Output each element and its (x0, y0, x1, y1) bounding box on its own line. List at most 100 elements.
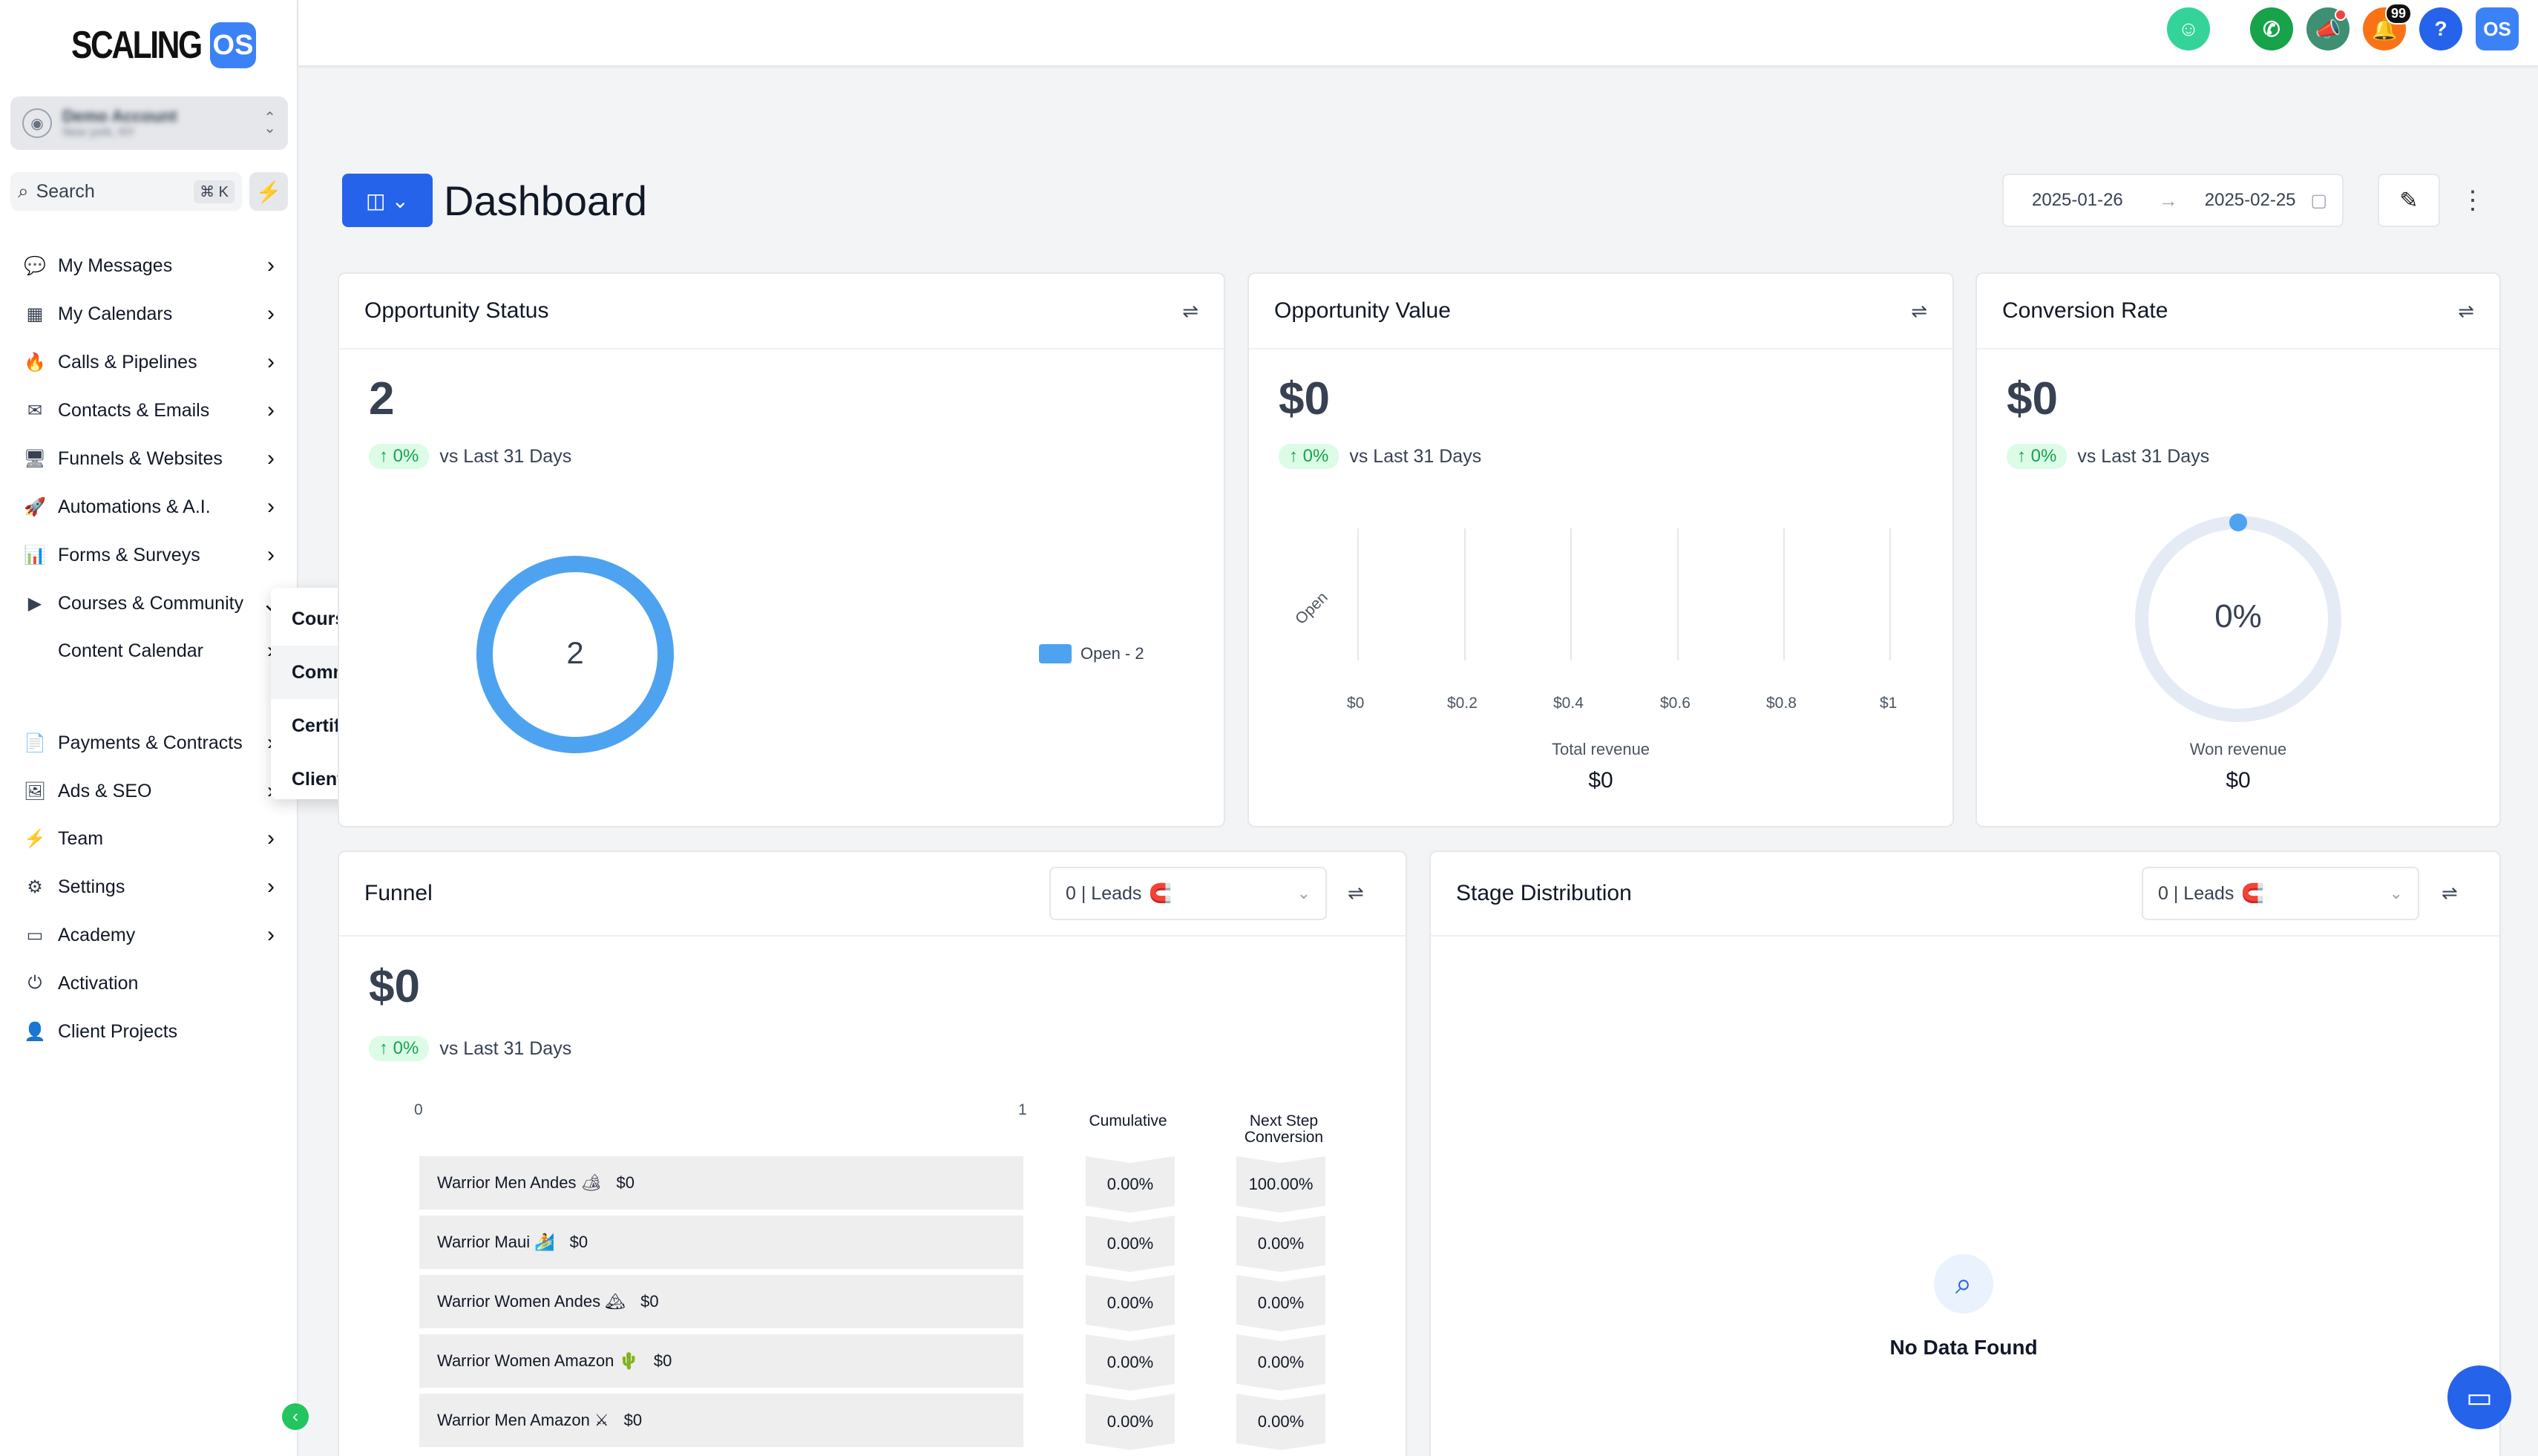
sidebar-item-activation[interactable]: ⏻ Activation (22, 964, 282, 1003)
card-header: Opportunity Status ⇌ (339, 274, 1224, 350)
filter-icon[interactable]: ⇌ (2458, 300, 2474, 323)
opportunity-value-amount: $0 (1279, 373, 1330, 424)
donut-legend[interactable]: Open - 2 (1039, 644, 1144, 663)
funnel-row[interactable]: Warrior Women Amazon 🌵 $0 (419, 1334, 1023, 1391)
sidebar-item-my-messages[interactable]: 💬 My Messages › (22, 246, 282, 285)
gridline (1677, 528, 1679, 660)
filter-icon[interactable]: ⇌ (2442, 882, 2458, 905)
gridline (1889, 528, 1891, 660)
sidebar-item-calls-pipelines[interactable]: 🔥 Calls & Pipelines › (22, 343, 282, 381)
chevron-down-icon: ⌄ (1296, 884, 1311, 902)
gridline (1357, 528, 1359, 660)
more-options-button[interactable]: ⋮ (2458, 174, 2488, 227)
quick-action-button[interactable]: ⚡ (249, 172, 288, 211)
gridline (1464, 528, 1466, 660)
sidebar-item-label: Settings (58, 876, 125, 897)
collapse-sidebar-button[interactable]: ‹ (282, 1403, 309, 1430)
filter-icon[interactable]: ⇌ (1348, 882, 1364, 905)
user-avatar[interactable]: OS (2476, 7, 2519, 50)
sidebar-item-courses-community[interactable]: ▶Courses & Community⌄ (22, 584, 282, 623)
conversion-delta: ↑ 0% vs Last 31 Days (2007, 444, 2209, 469)
brand-badge: OS (210, 22, 256, 68)
kebab-icon: ⋮ (2460, 186, 2485, 214)
filter-icon[interactable]: ⇌ (1911, 300, 1927, 323)
date-range-picker[interactable]: 2025-01-26 → 2025-02-25 ▢ (2002, 174, 2344, 227)
next-step-header: Next Step Conversion (1224, 1113, 1343, 1146)
stage-leads-select[interactable]: 0 | Leads 🧲 ⌄ (2142, 867, 2419, 920)
funnel-row-name: Warrior Maui 🏄 (437, 1233, 555, 1251)
sidebar-item-label: Content Calendar (58, 640, 203, 661)
sidebar-item-settings[interactable]: ⚙ Settings › (22, 868, 282, 906)
chevron-right-icon: › (267, 494, 275, 519)
funnel-row-value: $0 (640, 1292, 659, 1311)
magnet-icon: 🧲 (2241, 882, 2265, 904)
brand-logo[interactable]: SCALING OS (71, 22, 256, 68)
ai-bot-button[interactable]: ☺ (2167, 7, 2210, 50)
total-revenue-label: Total revenue (1551, 740, 1650, 758)
next-step-cell: 0.00% (1236, 1275, 1325, 1331)
sidebar-item-label: Automations & A.I. (58, 496, 211, 517)
opportunity-count: 2 (369, 373, 395, 424)
opportunity-status-delta: ↑ 0% vs Last 31 Days (369, 444, 571, 469)
sidebar-item-content-calendar[interactable]: Content Calendar› (22, 632, 282, 670)
bolt-icon: ⚡ (255, 180, 282, 203)
sidebar-item-label: Funnels & Websites (58, 447, 223, 469)
sidebar-item-forms-surveys[interactable]: 📊 Forms & Surveys › (22, 536, 282, 574)
account-switcher[interactable]: ◉ Demo Account New york, NY ⌃ ⌄ (10, 96, 288, 150)
sidebar-item-label: My Messages (58, 255, 173, 276)
sidebar-item-label: Courses & Community (58, 592, 244, 614)
opportunity-value-delta: ↑ 0% vs Last 31 Days (1279, 444, 1481, 469)
unread-dot (2335, 9, 2347, 21)
sidebar-item-contacts-emails[interactable]: ✉ Contacts & Emails › (22, 391, 282, 430)
sidebar-item-label: Academy (58, 924, 136, 945)
cumulative-cell: 0.00% (1086, 1216, 1175, 1272)
robot-icon: ☺ (2177, 17, 2200, 40)
gauge-marker (2229, 514, 2247, 531)
magnet-icon: 🧲 (1149, 882, 1173, 904)
funnel-row[interactable]: Warrior Men Andes 🏕 $0 (419, 1156, 1023, 1213)
sidebar-item-label: Contacts & Emails (58, 399, 210, 421)
x-tick: $0.2 (1447, 695, 1478, 712)
sidebar-item-funnels-websites[interactable]: 🖥 Funnels & Websites › (22, 439, 282, 478)
delta-pill: ↑ 0% (1279, 444, 1340, 469)
funnel-row[interactable]: Warrior Women Andes 🏔 $0 (419, 1275, 1023, 1331)
chart-icon: 📊 (24, 545, 46, 565)
conversion-amount: $0 (2007, 373, 2058, 424)
funnel-row-value: $0 (653, 1351, 672, 1370)
card-title: Opportunity Value (1274, 298, 1451, 323)
sidebar-item-payments-contracts[interactable]: 📄Payments & Contracts› (22, 724, 282, 762)
sidebar-item-team[interactable]: ⚡ Team › (22, 819, 282, 858)
next-step-header-line1: Next Step (1249, 1112, 1319, 1129)
dashboard-switcher-button[interactable]: ◫ ⌄ (342, 174, 433, 227)
sidebar-item-ads-seo[interactable]: 🖼Ads & SEO› (22, 772, 282, 810)
cumulative-cell: 0.00% (1086, 1334, 1175, 1391)
sidebar-item-academy[interactable]: ▭ Academy › (22, 916, 282, 954)
phone-button[interactable]: ✆ (2250, 7, 2293, 50)
funnel-leads-select[interactable]: 0 | Leads 🧲 ⌄ (1049, 867, 1327, 920)
funnel-row[interactable]: Warrior Men Amazon ⚔ $0 (419, 1394, 1023, 1450)
funnel-value: $0 (369, 961, 420, 1012)
next-step-cell: 0.00% (1236, 1334, 1325, 1391)
sidebar-item-automations-a-i[interactable]: 🚀 Automations & A.I. › (22, 488, 282, 526)
pencil-icon: ✎ (2399, 188, 2419, 213)
won-revenue-label: Won revenue (2189, 740, 2287, 758)
card-title: Funnel (364, 881, 433, 905)
sub-bar (298, 68, 2538, 128)
gauge-text: 0% (2214, 598, 2262, 634)
delta-pill: ↑ 0% (2007, 444, 2068, 469)
edit-dashboard-button[interactable]: ✎ (2378, 174, 2440, 227)
search-input[interactable]: ⌕ Search ⌘ K (10, 172, 242, 211)
help-button[interactable]: ? (2419, 7, 2462, 50)
chat-widget-button[interactable]: ▭ (2447, 1365, 2511, 1429)
announcements-button[interactable]: 📣 (2306, 7, 2350, 50)
funnel-row[interactable]: Warrior Maui 🏄 $0 (419, 1216, 1023, 1272)
funnel-row-value: $0 (623, 1411, 643, 1429)
select-value: 0 | Leads (2158, 882, 2234, 904)
filter-icon[interactable]: ⇌ (1182, 300, 1198, 323)
sidebar-item-client-projects[interactable]: 👤 Client Projects (22, 1012, 282, 1051)
total-revenue-value: $0 (1588, 768, 1613, 793)
cumulative-cell: 0.00% (1086, 1156, 1175, 1213)
sidebar-item-my-calendars[interactable]: ▦ My Calendars › (22, 295, 282, 333)
video-icon: ▶ (27, 593, 42, 614)
notifications-button[interactable]: 🔔 99 (2363, 3, 2412, 50)
